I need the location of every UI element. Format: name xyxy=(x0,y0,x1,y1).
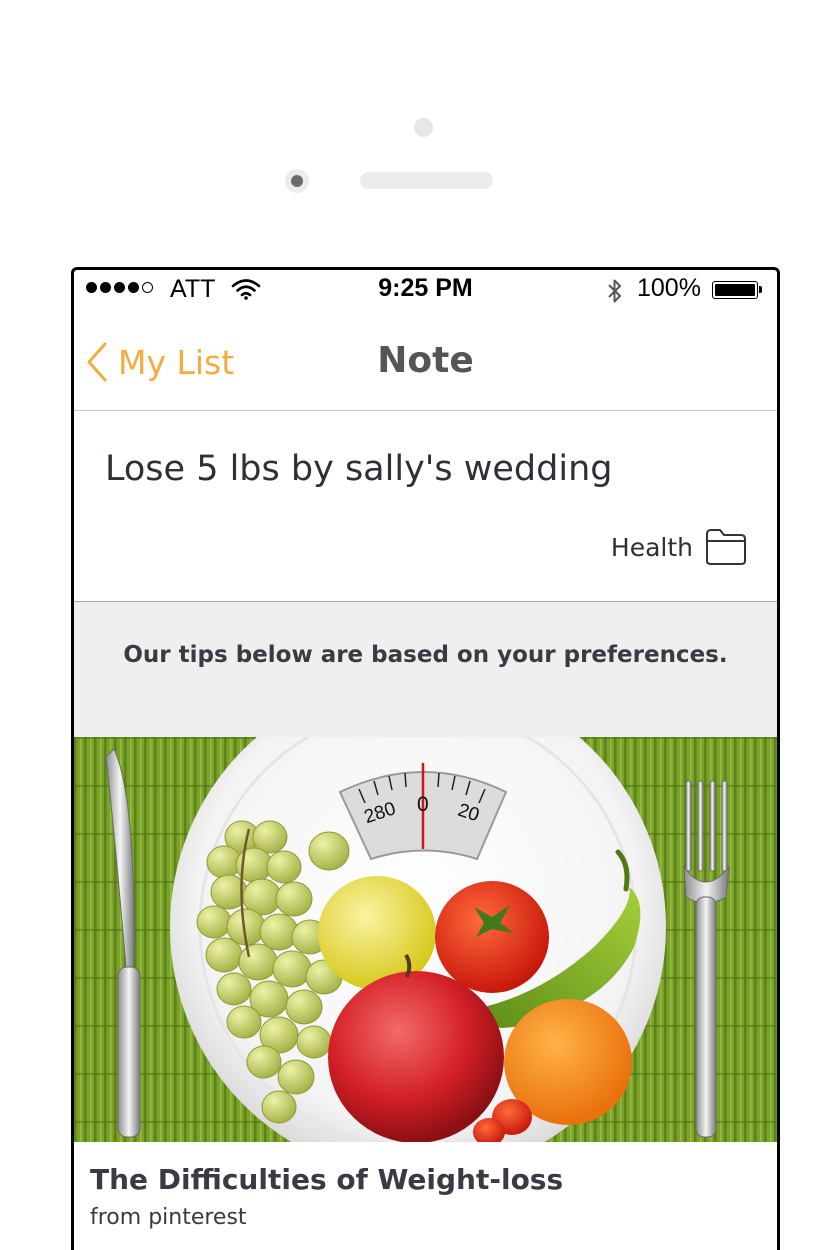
earpiece-speaker xyxy=(360,172,493,189)
category-selector[interactable]: Health xyxy=(611,528,747,566)
scale-label-zero: 0 xyxy=(417,793,429,816)
battery-icon xyxy=(712,281,762,299)
note-section: Lose 5 lbs by sally's wedding Health xyxy=(74,411,777,602)
article-image[interactable]: 280 0 20 xyxy=(74,737,777,1142)
tips-banner: Our tips below are based on your prefere… xyxy=(74,602,777,737)
page-title: Note xyxy=(377,340,474,381)
article-title[interactable]: The Difficulties of Weight-loss xyxy=(90,1163,563,1196)
front-camera xyxy=(414,118,433,137)
category-label: Health xyxy=(610,532,693,562)
battery-percentage: 100% xyxy=(637,274,701,302)
tips-message: Our tips below are based on your prefere… xyxy=(123,642,728,668)
bluetooth-icon xyxy=(608,279,621,303)
folder-icon xyxy=(706,529,746,565)
article-source: from pinterest xyxy=(90,1205,247,1230)
navigation-bar: My List Note xyxy=(74,310,777,411)
note-title[interactable]: Lose 5 lbs by sally's wedding xyxy=(105,449,612,489)
phone-screen: ATT 9:25 PM 100% My List Note Lose 5 lbs… xyxy=(71,267,780,1250)
status-bar: ATT 9:25 PM 100% xyxy=(74,270,777,310)
proximity-sensor xyxy=(285,169,309,193)
